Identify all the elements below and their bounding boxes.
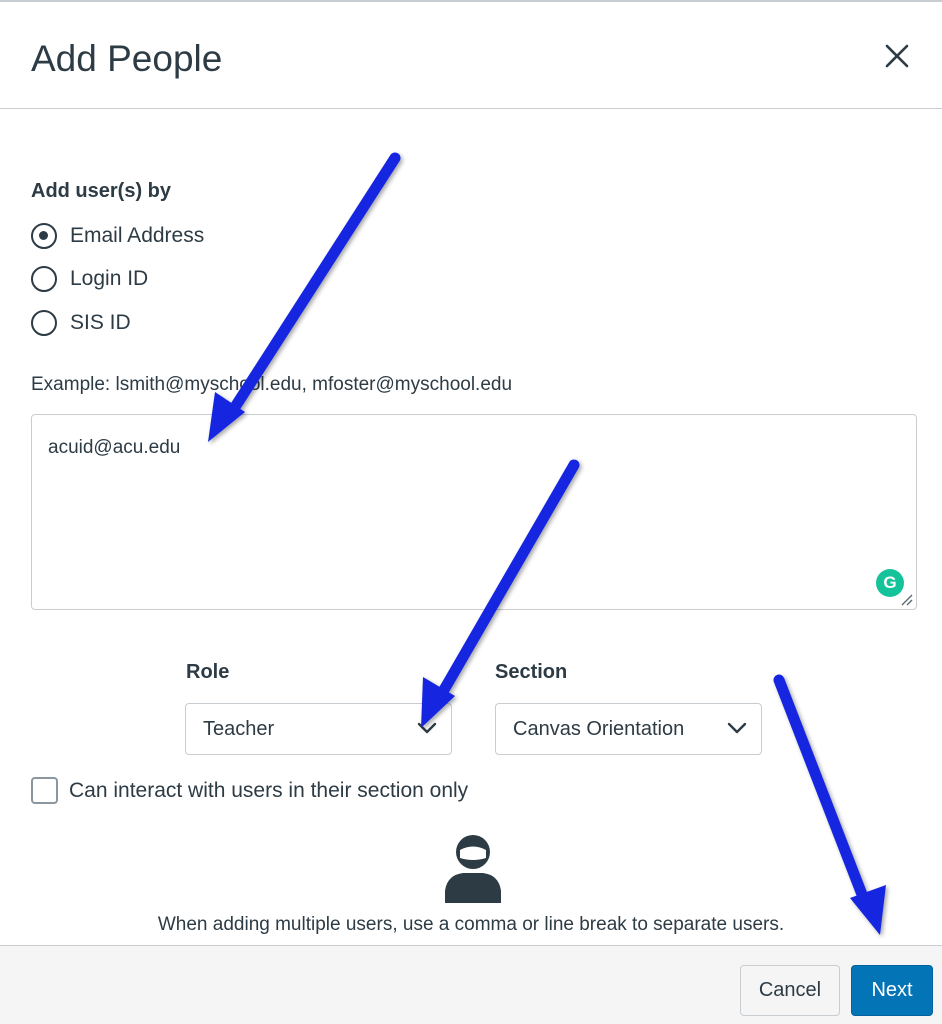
close-icon [885, 44, 909, 68]
dialog-footer: Cancel Next [0, 945, 942, 1024]
radio-login-id[interactable]: Login ID [31, 264, 148, 294]
next-button[interactable]: Next [851, 965, 933, 1016]
section-select-value: Canvas Orientation [513, 717, 685, 740]
add-people-dialog: Add People Add user(s) by Email Address … [0, 0, 942, 1024]
section-only-label: Can interact with users in their section… [69, 778, 469, 802]
role-label: Role [186, 661, 230, 683]
role-select[interactable]: Teacher [185, 703, 452, 755]
add-by-label: Add user(s) by [31, 180, 172, 202]
multiple-users-hint: When adding multiple users, use a comma … [157, 914, 785, 935]
resize-handle-icon[interactable] [899, 592, 913, 606]
radio-button[interactable] [31, 266, 57, 292]
section-only-checkbox-row[interactable]: Can interact with users in their section… [31, 777, 468, 804]
radio-button-checked[interactable] [31, 223, 57, 249]
cancel-button[interactable]: Cancel [740, 965, 840, 1016]
radio-email-address[interactable]: Email Address [31, 221, 204, 251]
radio-sis-id[interactable]: SIS ID [31, 308, 131, 338]
radio-label-login: Login ID [70, 267, 149, 290]
radio-label-sis: SIS ID [70, 311, 131, 334]
users-textarea[interactable]: acuid@acu.edu [31, 414, 917, 610]
example-text: Example: lsmith@myschool.edu, mfoster@my… [31, 374, 513, 395]
radio-button[interactable] [31, 310, 57, 336]
chevron-down-icon [417, 722, 437, 734]
person-icon [445, 835, 501, 903]
users-textarea-value: acuid@acu.edu [48, 437, 181, 458]
radio-label-email: Email Address [70, 224, 205, 247]
section-only-checkbox[interactable] [31, 777, 58, 804]
role-select-value: Teacher [203, 717, 275, 740]
chevron-down-icon [727, 722, 747, 734]
section-select[interactable]: Canvas Orientation [495, 703, 762, 755]
dialog-title: Add People [31, 38, 223, 79]
dialog-header: Add People [0, 2, 942, 109]
section-label: Section [495, 661, 568, 683]
close-button[interactable] [880, 39, 914, 73]
